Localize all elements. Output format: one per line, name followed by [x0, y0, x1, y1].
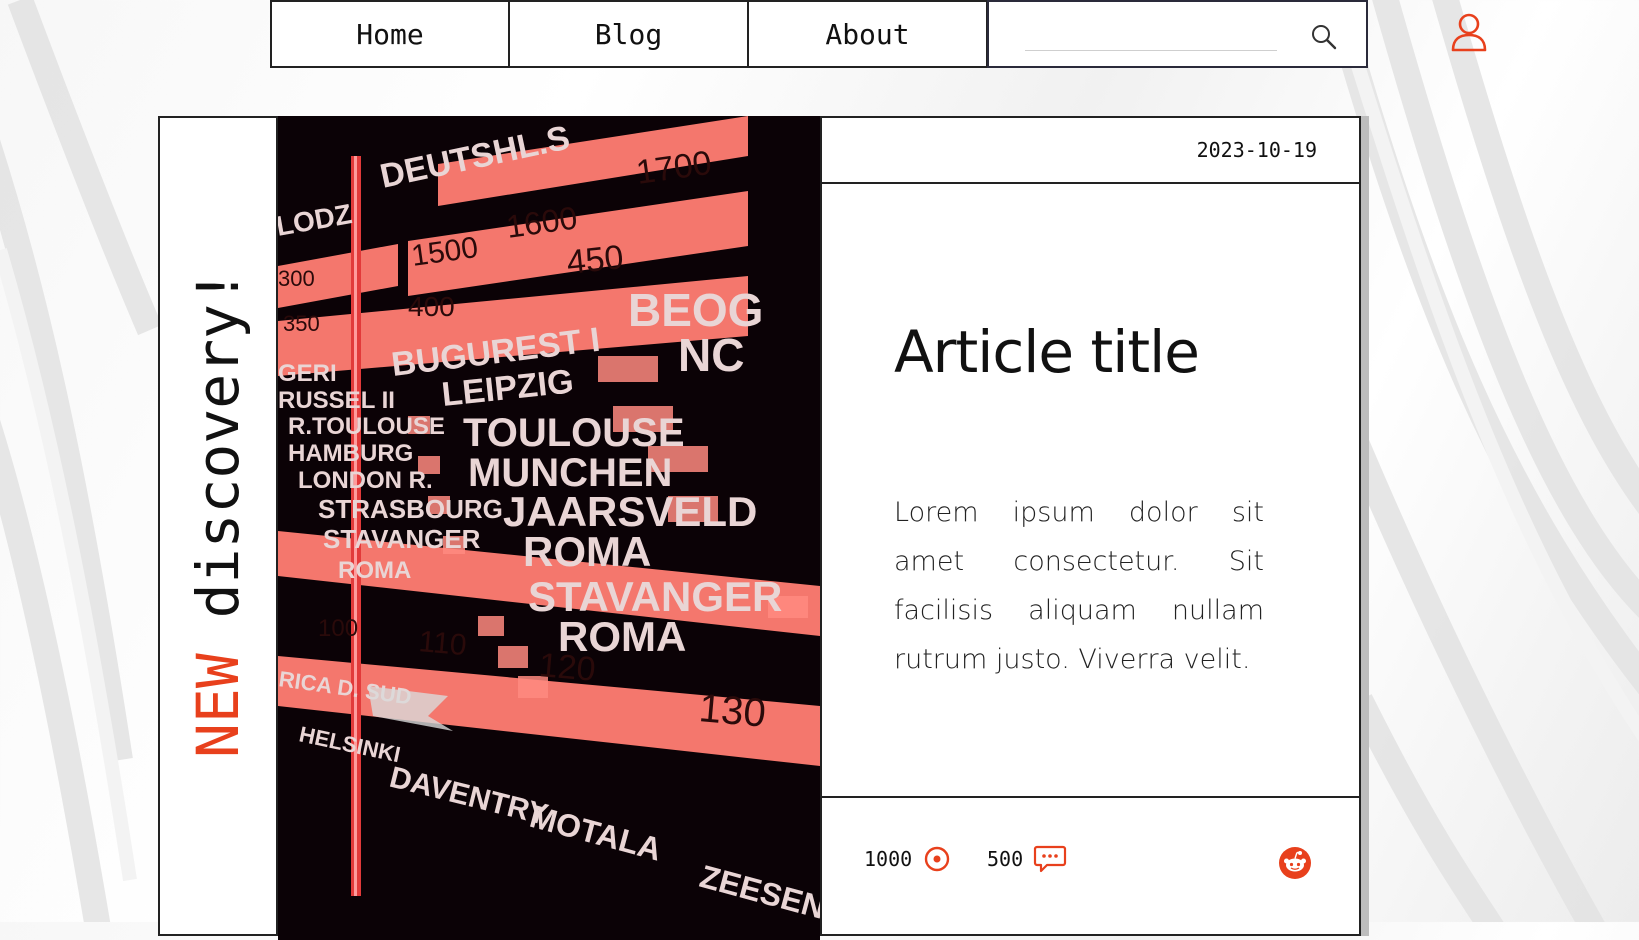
radio-dial-photo: DEUTSHL.S LODZ BUGUREST I LEIPZIG TOULOU… — [278, 116, 820, 940]
svg-text:ROMA: ROMA — [338, 557, 411, 584]
card-side-label: NEW discovery! — [160, 118, 278, 934]
eye-icon — [924, 846, 950, 872]
svg-text:300: 300 — [278, 266, 315, 291]
article-info: 2023-10-19 Article title Lorem ipsum dol… — [820, 118, 1359, 934]
top-navigation: Home Blog About — [270, 0, 1368, 68]
search-box — [987, 0, 1368, 68]
svg-text:GERI: GERI — [278, 360, 337, 387]
svg-text:100: 100 — [318, 615, 358, 642]
article-card: NEW discovery! DEUTSHL.S LODZ BUGUREST I… — [158, 116, 1361, 940]
svg-text:NC: NC — [678, 329, 744, 381]
search-icon[interactable] — [1309, 22, 1337, 50]
nav-tab-home[interactable]: Home — [270, 0, 509, 68]
svg-text:TOULOUSE: TOULOUSE — [463, 411, 685, 455]
article-stats: 1000 500 — [822, 796, 1359, 938]
comments-counter[interactable]: 500 — [987, 844, 1067, 874]
svg-text:ROMA: ROMA — [523, 528, 651, 575]
comment-icon — [1034, 845, 1067, 873]
new-badge: NEW — [184, 653, 252, 758]
svg-text:130: 130 — [697, 686, 767, 736]
vertical-heading: NEW discovery! — [174, 238, 262, 758]
article-date: 2023-10-19 — [1196, 138, 1317, 162]
article-image: DEUTSHL.S LODZ BUGUREST I LEIPZIG TOULOU… — [278, 116, 820, 940]
discovery-label: discovery! — [184, 269, 252, 619]
user-icon[interactable] — [1450, 12, 1488, 52]
views-counter[interactable]: 1000 — [864, 844, 952, 874]
date-bar: 2023-10-19 — [822, 118, 1359, 184]
article-title[interactable]: Article title — [894, 318, 1200, 386]
views-count: 1000 — [864, 847, 913, 871]
svg-text:HAMBURG: HAMBURG — [288, 440, 413, 467]
svg-text:400: 400 — [408, 291, 455, 322]
svg-text:STRASBOURG: STRASBOURG — [318, 494, 503, 524]
article-excerpt: Lorem ipsum dolor sit amet consectetur. … — [894, 497, 1264, 675]
svg-text:120: 120 — [537, 646, 597, 689]
search-input[interactable] — [1025, 22, 1277, 51]
svg-text:R.TOULOUSE: R.TOULOUSE — [288, 413, 445, 440]
svg-text:110: 110 — [417, 625, 468, 662]
svg-text:STAVANGER: STAVANGER — [323, 524, 481, 554]
svg-text:LONDON R.: LONDON R. — [298, 467, 433, 494]
svg-text:350: 350 — [283, 311, 320, 336]
svg-text:450: 450 — [565, 238, 625, 282]
comments-count: 500 — [987, 847, 1024, 871]
svg-text:RUSSEL II: RUSSEL II — [278, 387, 395, 414]
reddit-icon[interactable] — [1278, 846, 1312, 880]
nav-tab-about[interactable]: About — [748, 0, 987, 68]
nav-tab-blog[interactable]: Blog — [509, 0, 748, 68]
